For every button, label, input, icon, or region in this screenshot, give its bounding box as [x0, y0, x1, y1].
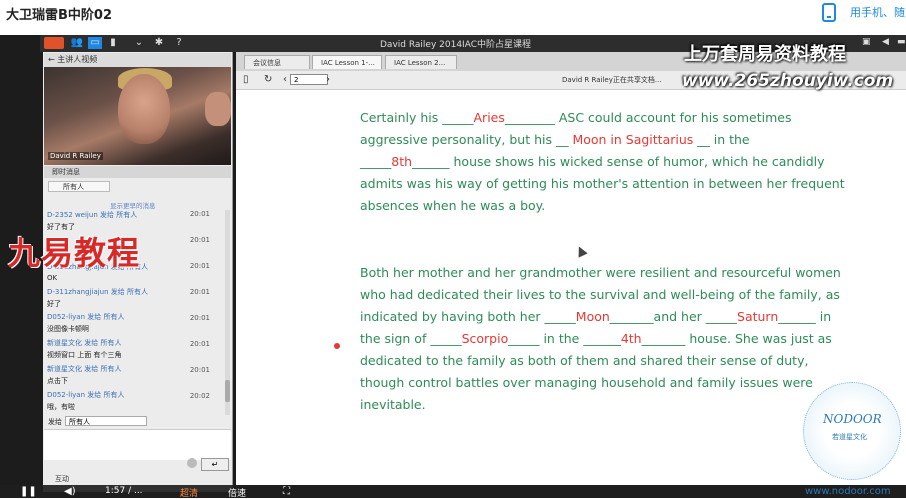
show-earlier-messages-link[interactable]: 显示更早的消息	[110, 200, 156, 210]
doc-line: Both her mother and her grandmother were…	[360, 265, 841, 280]
fill-in-answer: Moon	[575, 309, 610, 324]
presenter-hand	[205, 92, 231, 126]
window-minimize-icon[interactable]: ▣	[862, 37, 871, 47]
volume-icon[interactable]: ◀	[882, 37, 889, 47]
doc-line: dedicated to the family as both of them …	[360, 353, 809, 368]
users-icon[interactable]: 👥	[70, 37, 84, 49]
chat-sender: 新道星文化 发给 所有人	[47, 339, 122, 347]
tab-iac-lesson-2[interactable]: IAC Lesson 2...	[385, 55, 457, 69]
chat-text: 好了	[47, 300, 61, 308]
chat-time: 20:02	[189, 392, 210, 400]
doc-line: _____8th______ house shows his wicked se…	[360, 154, 825, 169]
doc-line: aggressive personality, but his __ Moon …	[360, 132, 750, 147]
share-status: David R Railey正在共享文档...	[562, 76, 662, 84]
doc-line: though control battles over managing hou…	[360, 375, 813, 390]
gear-icon[interactable]: ✱	[152, 37, 166, 49]
chat-sender: D052-liyan 发给 所有人	[47, 391, 125, 399]
volume-control-icon[interactable]: ◀)	[64, 486, 76, 497]
fullscreen-icon[interactable]: ⛶	[283, 486, 290, 497]
chat-time: 20:01	[189, 210, 210, 218]
chat-sender: D-2352 weijun 发给 所有人	[47, 211, 138, 219]
tab-meeting-info[interactable]: 会议信息	[244, 55, 310, 69]
chat-text: 视频窗口 上面 有个三角	[47, 351, 122, 359]
doc-line: admits was his way of getting his mother…	[360, 176, 845, 191]
doc-line: Certainly his _____Aries________ ASC cou…	[360, 110, 792, 125]
tab-iac-lesson-1[interactable]: IAC Lesson 1-...	[312, 55, 382, 69]
chat-time: 20:01	[189, 288, 210, 296]
logo-subtitle: 若道星文化	[832, 433, 867, 441]
chat-time: 20:01	[189, 236, 210, 244]
fill-in-answer: 8th	[391, 154, 413, 169]
page-select[interactable]: 2	[290, 74, 328, 85]
page-icon[interactable]: ▯	[243, 74, 249, 85]
refresh-icon[interactable]: ↻	[264, 74, 272, 85]
expand-icon[interactable]: ⌄	[132, 37, 146, 49]
chat-text: 点击下	[47, 377, 68, 385]
prev-page-icon[interactable]: ‹	[283, 74, 287, 85]
playback-time: 1:57 / ...	[105, 486, 143, 496]
camera-icon[interactable]: ▮	[106, 37, 120, 49]
watermark-right-title: 上万套周易资料教程	[684, 44, 846, 65]
chat-time: 20:01	[189, 314, 210, 322]
chat-text: 哦，有啦	[47, 403, 75, 411]
mobile-watch-link[interactable]: 用手机、随	[850, 4, 905, 20]
logo-url: www.nodoor.com	[805, 486, 891, 497]
doc-line: inevitable.	[360, 397, 426, 412]
doc-line: the sign of _____Scorpio_____ in the ___…	[360, 331, 832, 346]
chat-text: 没图像卡顿啊	[47, 325, 89, 333]
chat-text: OK	[47, 274, 58, 282]
page-title: 大卫瑞雷B中阶02	[6, 8, 112, 23]
emoji-icon[interactable]	[187, 458, 197, 468]
fill-in-answer: 4th	[620, 331, 642, 346]
fill-in-answer: Moon in Sagittarius	[572, 132, 694, 147]
fill-in-answer: Aries	[473, 110, 505, 125]
next-page-icon[interactable]: ›	[326, 74, 330, 85]
chat-time: 20:01	[189, 340, 210, 348]
speed-button[interactable]: 倍速	[228, 486, 246, 499]
presenter-face	[118, 74, 170, 144]
interaction-label: 互动	[55, 475, 69, 483]
chat-sender: D052-liyan 发给 所有人	[47, 313, 125, 321]
help-icon[interactable]: ?	[172, 37, 186, 49]
host-video-header: ← 主讲人视频	[44, 53, 231, 67]
send-button[interactable]: ↵	[201, 458, 229, 471]
logo-name: NODOOR	[823, 412, 882, 426]
fill-in-answer: Scorpio	[461, 331, 509, 346]
chat-target-tab[interactable]: 所有人	[48, 181, 110, 192]
watermark-left: 九易教程	[8, 234, 141, 272]
fill-in-answer: Saturn	[737, 309, 779, 324]
chat-header: 即时消息	[44, 166, 231, 178]
send-to-select[interactable]: 所有人	[65, 416, 147, 426]
laser-pointer-dot	[334, 343, 340, 349]
chat-icon[interactable]: ▭	[88, 37, 102, 49]
chat-sender: D-311zhangjiajun 发给 所有人	[47, 288, 149, 296]
host-video-header-label: 主讲人视频	[57, 55, 98, 64]
chat-sender: 新道星文化 发给 所有人	[47, 365, 122, 373]
mobile-phone-icon[interactable]	[822, 3, 836, 22]
chat-scroll-thumb[interactable]	[225, 380, 230, 402]
doc-line: absences when he was a boy.	[360, 198, 546, 213]
window-title: David Railey 2014IAC中阶占星课程	[380, 40, 531, 50]
doc-line: indicated by having both her _____Moon__…	[360, 309, 832, 324]
doc-line: who had dedicated their lives to the sur…	[360, 287, 840, 302]
pause-icon[interactable]: ❚❚	[20, 486, 37, 497]
presenter-name: David R Railey	[48, 152, 103, 160]
send-to-label: 发给	[48, 418, 62, 426]
chat-input[interactable]	[44, 429, 231, 460]
nodoor-logo	[803, 382, 901, 480]
app-logo-icon	[44, 37, 64, 49]
chat-time: 20:01	[189, 366, 210, 374]
window-control-icon[interactable]: ▬	[897, 37, 906, 47]
chat-time: 20:01	[189, 262, 210, 270]
quality-button[interactable]: 超清	[180, 486, 198, 499]
watermark-right-url: www.265zhouyiw.com	[682, 71, 894, 91]
